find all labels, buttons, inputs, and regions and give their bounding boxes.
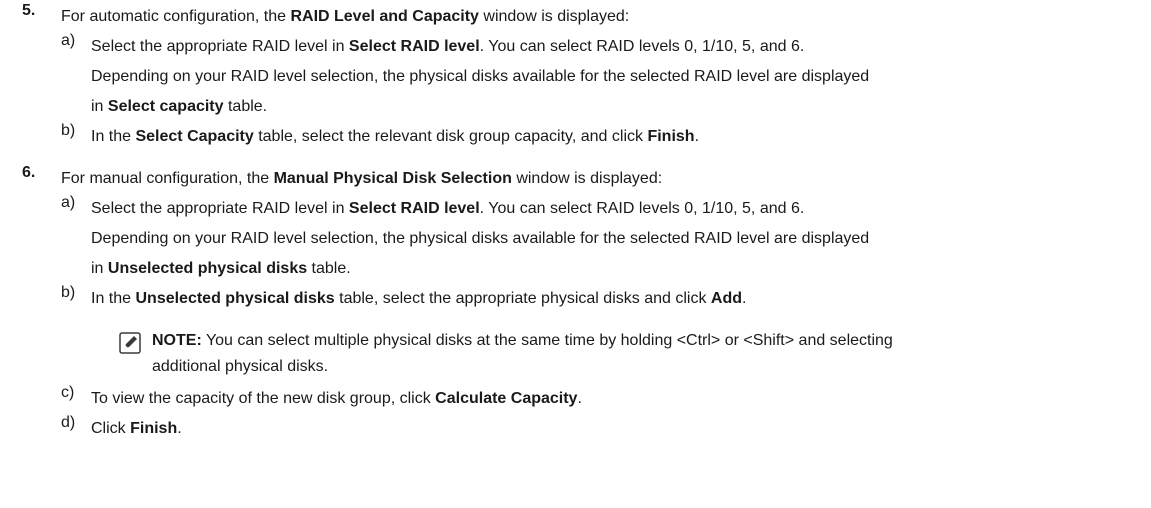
text-run: . xyxy=(577,390,582,407)
ui-term: Unselected physical disks xyxy=(135,290,335,307)
text-run: window is displayed: xyxy=(511,170,663,187)
substep-line: Select the appropriate RAID level in Sel… xyxy=(91,32,1151,62)
text-run: . You can select RAID levels 0, 1/10, 5,… xyxy=(479,38,805,55)
window-name: Manual Physical Disk Selection xyxy=(273,170,512,187)
substep-6b: b) In the Unselected physical disks tabl… xyxy=(61,284,1151,380)
substep-6a: a) Select the appropriate RAID level in … xyxy=(61,194,1151,284)
text-run: . You can select RAID levels 0, 1/10, 5,… xyxy=(479,200,805,217)
step-number: 6. xyxy=(22,164,36,181)
ui-term: Finish xyxy=(647,128,695,145)
substep-line: in Select capacity table. xyxy=(91,92,1151,122)
text-run: table. xyxy=(307,260,351,277)
ui-term: Unselected physical disks xyxy=(107,260,308,277)
text-run: To view the capacity of the new disk gro… xyxy=(91,390,436,407)
note-line: additional physical disks. xyxy=(152,358,329,375)
note-text: You can select multiple physical disks a… xyxy=(201,332,893,349)
substep-5b: b) In the Select Capacity table, select … xyxy=(61,122,1151,152)
text-run: For manual configuration, the xyxy=(61,170,274,187)
substep-line: Depending on your RAID level selection, … xyxy=(91,68,870,85)
text-run: In the xyxy=(91,128,136,145)
note-label: NOTE: xyxy=(152,332,202,349)
text-run: in xyxy=(91,98,108,115)
ui-term: Finish xyxy=(130,420,178,437)
text-run: . xyxy=(694,128,700,145)
text-run: For automatic configuration, the xyxy=(61,8,291,25)
substep-letter: a) xyxy=(61,32,76,49)
step-intro: For manual configuration, the Manual Phy… xyxy=(61,164,1151,194)
ui-term: Select RAID level xyxy=(348,38,480,55)
substep-letter: b) xyxy=(61,122,76,139)
substep-line: To view the capacity of the new disk gro… xyxy=(91,384,1151,414)
note-callout: NOTE: You can select multiple physical d… xyxy=(91,328,1151,380)
document-body: 5. For automatic configuration, the RAID… xyxy=(0,0,1151,444)
text-run: window is displayed: xyxy=(478,8,630,25)
substep-letter: d) xyxy=(61,414,76,431)
text-run: In the xyxy=(91,290,136,307)
ui-term: Select RAID level xyxy=(348,200,480,217)
substep-line: Depending on your RAID level selection, … xyxy=(91,230,870,247)
text-run: Select the appropriate RAID level in xyxy=(91,38,349,55)
note-line: NOTE: You can select multiple physical d… xyxy=(152,328,1151,354)
step-intro: For automatic configuration, the RAID Le… xyxy=(61,2,1151,32)
ui-term: Select Capacity xyxy=(135,128,254,145)
substep-6c: c) To view the capacity of the new disk … xyxy=(61,384,1151,414)
ui-term: Calculate Capacity xyxy=(435,390,578,407)
substep-line: In the Unselected physical disks table, … xyxy=(91,284,1151,314)
text-run: table. xyxy=(223,98,268,115)
text-run: . xyxy=(742,290,747,307)
substep-5a: a) Select the appropriate RAID level in … xyxy=(61,32,1151,122)
ui-term: Select capacity xyxy=(107,98,224,115)
substep-line: Select the appropriate RAID level in Sel… xyxy=(91,194,1151,224)
substep-letter: a) xyxy=(61,194,76,211)
step-6: 6. For manual configuration, the Manual … xyxy=(0,164,1151,444)
substep-letter: c) xyxy=(61,384,75,401)
substep-line: Click Finish. xyxy=(91,414,1151,444)
step-5: 5. For automatic configuration, the RAID… xyxy=(0,2,1151,152)
step-number: 5. xyxy=(22,2,36,19)
text-run: table, select the relevant disk group ca… xyxy=(253,128,648,145)
text-run: Select the appropriate RAID level in xyxy=(91,200,349,217)
text-run: Click xyxy=(91,420,131,437)
substep-6d: d) Click Finish. xyxy=(61,414,1151,444)
window-name: RAID Level and Capacity xyxy=(290,8,479,25)
substep-line: In the Select Capacity table, select the… xyxy=(91,122,1151,152)
text-run: table, select the appropriate physical d… xyxy=(334,290,711,307)
substep-line: in Unselected physical disks table. xyxy=(91,254,1151,284)
text-run: in xyxy=(91,260,108,277)
text-run: . xyxy=(177,420,182,437)
ui-term: Add xyxy=(710,290,742,307)
pencil-note-icon xyxy=(119,332,141,354)
substep-letter: b) xyxy=(61,284,76,301)
